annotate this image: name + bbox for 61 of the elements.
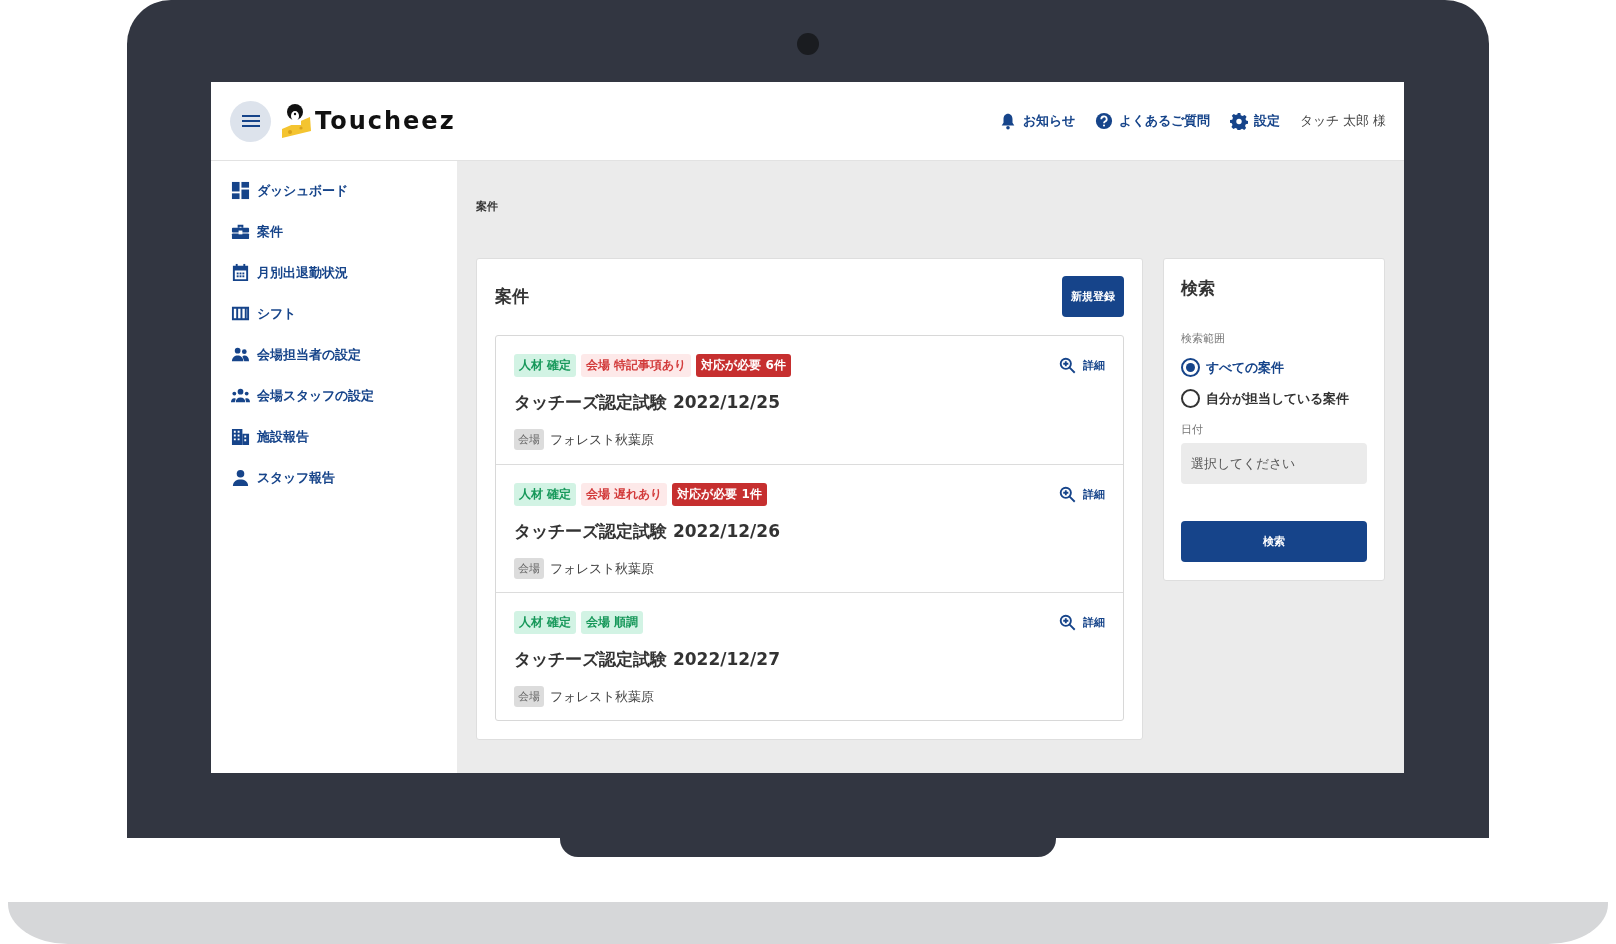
logo-text: Toucheez (315, 107, 456, 135)
status-tag: 人材 確定 (514, 611, 577, 634)
zoom-in-icon (1059, 614, 1076, 631)
help-icon (1094, 112, 1113, 130)
building-icon (231, 427, 250, 446)
zoom-in-icon (1059, 357, 1076, 374)
briefcase-icon (231, 222, 250, 241)
sidebar-item[interactable]: 会場担当者の設定 (211, 334, 457, 375)
camera-dot (797, 33, 819, 55)
case-title: タッチーズ認定試験 2022/12/25 (514, 391, 781, 414)
settings-icon (1229, 112, 1248, 130)
group-icon (231, 386, 250, 405)
venue-name: フォレスト秋葉原 (550, 559, 654, 578)
user-name: タッチ 太郎 様 (1299, 112, 1386, 130)
person-icon (231, 468, 250, 487)
sidebar-item[interactable]: スタッフ報告 (211, 457, 457, 498)
menu-button[interactable] (230, 100, 271, 142)
breadcrumb: 案件 (476, 199, 499, 214)
venue-label: 会場 (514, 429, 544, 450)
date-input-field[interactable]: 選択してください (1181, 443, 1367, 484)
status-tag: 人材 確定 (514, 483, 577, 506)
detail-link[interactable]: 詳細 (1059, 357, 1105, 374)
case-title: タッチーズ認定試験 2022/12/26 (514, 520, 781, 543)
case-title: タッチーズ認定試験 2022/12/27 (514, 648, 781, 671)
header-link[interactable]: お知らせ (998, 112, 1075, 130)
status-tag: 会場 遅れあり (581, 483, 668, 506)
venue-name: フォレスト秋葉原 (550, 687, 654, 706)
status-tag: 会場 特記事項あり (581, 354, 692, 377)
status-tag: 対応が必要 6件 (696, 354, 791, 377)
sidebar-item[interactable]: 案件 (211, 211, 457, 252)
detail-link[interactable]: 詳細 (1059, 614, 1105, 631)
sidebar-item[interactable]: 月別出退勤状況 (211, 252, 457, 293)
search-button[interactable]: 検索 (1181, 521, 1367, 562)
scope-radio-option[interactable]: すべての案件 (1181, 352, 1367, 383)
venue-name: フォレスト秋葉原 (550, 430, 654, 449)
status-tag: 会場 順調 (581, 611, 644, 634)
people-icon (231, 345, 250, 364)
header-link[interactable]: 設定 (1229, 112, 1280, 130)
venue-label: 会場 (514, 558, 544, 579)
sidebar-item[interactable]: 会場スタッフの設定 (211, 375, 457, 416)
date-label: 日付 (1181, 422, 1204, 437)
columns-icon (231, 304, 250, 323)
radio-button[interactable] (1181, 358, 1200, 377)
search-title: 検索 (1181, 277, 1216, 300)
menu-icon (241, 114, 260, 128)
scope-label: 検索範囲 (1181, 331, 1226, 346)
radio-button[interactable] (1181, 389, 1200, 408)
status-tag: 対応が必要 1件 (672, 483, 767, 506)
detail-link[interactable]: 詳細 (1059, 486, 1105, 503)
status-tag: 人材 確定 (514, 354, 577, 377)
dashboard-icon (231, 181, 250, 200)
calendar-icon (231, 263, 250, 282)
venue-label: 会場 (514, 686, 544, 707)
zoom-in-icon (1059, 486, 1076, 503)
new-registration-button[interactable]: 新規登録 (1062, 276, 1124, 317)
sidebar-item[interactable]: 施設報告 (211, 416, 457, 457)
panel-title: 案件 (495, 285, 529, 308)
scope-radio-option[interactable]: 自分が担当している案件 (1181, 383, 1367, 414)
header-link[interactable]: よくあるご質問 (1094, 112, 1210, 130)
sidebar-item[interactable]: ダッシュボード (211, 170, 457, 211)
sidebar-item[interactable]: シフト (211, 293, 457, 334)
